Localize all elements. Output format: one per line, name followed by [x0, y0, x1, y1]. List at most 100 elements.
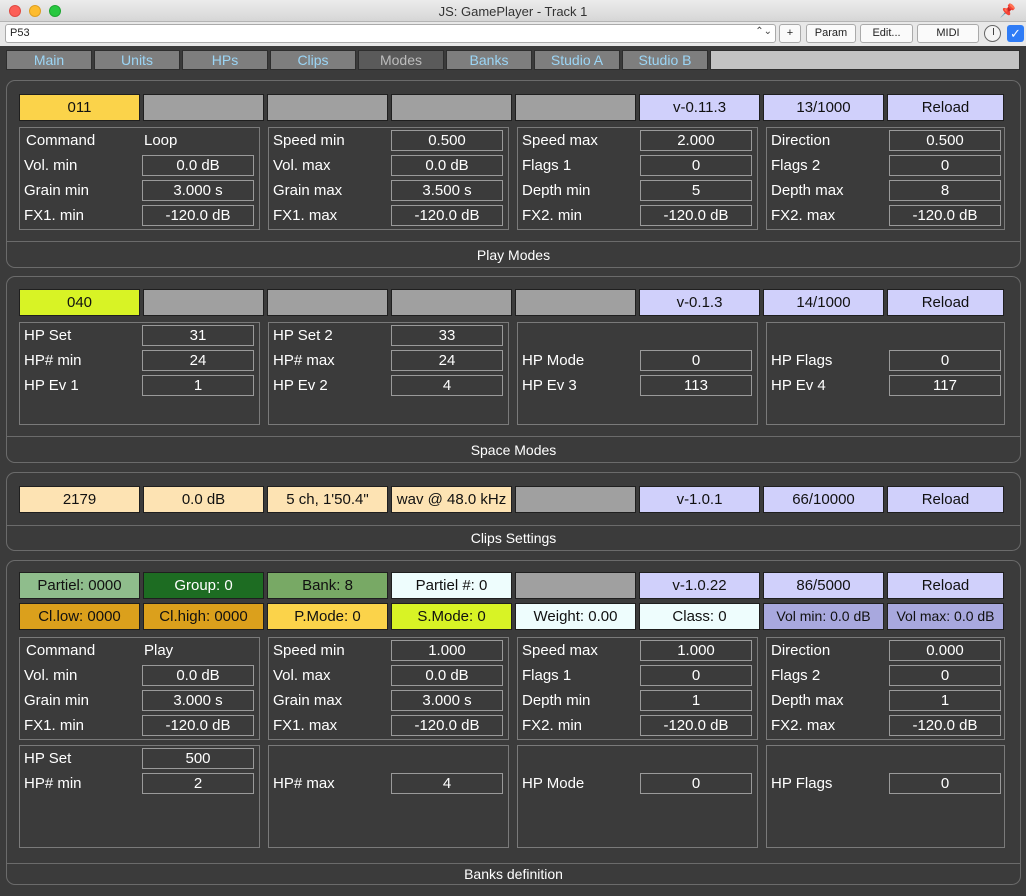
header-field[interactable]	[515, 94, 636, 121]
param-value-field[interactable]: -120.0 dB	[391, 205, 503, 226]
param-value-field[interactable]: 0.0 dB	[142, 665, 254, 686]
header-field[interactable]: S.Mode: 0	[391, 603, 512, 630]
param-value-field[interactable]: 0	[889, 773, 1001, 794]
header-field[interactable]	[143, 94, 264, 121]
param-value-field[interactable]: -120.0 dB	[889, 205, 1001, 226]
param-value-field[interactable]: 0	[640, 665, 752, 686]
param-value-field[interactable]: 2	[142, 773, 254, 794]
param-value-field[interactable]: -120.0 dB	[391, 715, 503, 736]
param-value-field[interactable]: 1	[640, 690, 752, 711]
preset-dropdown[interactable]: P53 ⌃⌄	[5, 24, 776, 43]
header-field[interactable]: Reload	[887, 289, 1004, 316]
param-button[interactable]: Param	[806, 24, 856, 43]
param-value-field[interactable]: 0	[889, 155, 1001, 176]
header-field[interactable]: Class: 0	[639, 603, 760, 630]
header-field[interactable]: v-1.0.1	[639, 486, 760, 513]
edit-button[interactable]: Edit...	[860, 24, 913, 43]
tab-units[interactable]: Units	[94, 50, 180, 70]
param-value-field[interactable]: 0.500	[889, 130, 1001, 151]
header-field[interactable]	[391, 94, 512, 121]
wet-knob-icon[interactable]	[984, 25, 1001, 42]
param-value-field[interactable]: 0.0 dB	[391, 665, 503, 686]
add-preset-button[interactable]: +	[779, 24, 801, 43]
header-field[interactable]: 14/1000	[763, 289, 884, 316]
param-value-field[interactable]: 0	[889, 665, 1001, 686]
header-field[interactable]: Partiel #: 0	[391, 572, 512, 599]
header-field[interactable]	[267, 289, 388, 316]
header-field[interactable]: Vol max: 0.0 dB	[887, 603, 1004, 630]
header-field[interactable]: 0.0 dB	[143, 486, 264, 513]
header-field[interactable]: 2179	[19, 486, 140, 513]
param-value-field[interactable]: 0	[889, 350, 1001, 371]
tab-studio-b[interactable]: Studio B	[622, 50, 708, 70]
param-value-field[interactable]: 0.0 dB	[142, 155, 254, 176]
header-field[interactable]: Reload	[887, 94, 1004, 121]
header-field[interactable]: v-0.1.3	[639, 289, 760, 316]
param-value-field[interactable]: 0.0 dB	[391, 155, 503, 176]
header-field[interactable]: 86/5000	[763, 572, 884, 599]
header-field[interactable]	[391, 289, 512, 316]
header-field[interactable]	[515, 486, 636, 513]
header-field[interactable]: 040	[19, 289, 140, 316]
param-value-field[interactable]: 0	[640, 155, 752, 176]
param-value-field[interactable]: 24	[142, 350, 254, 371]
header-field[interactable]: v-0.11.3	[639, 94, 760, 121]
param-value-field[interactable]: 500	[142, 748, 254, 769]
header-field[interactable]: Weight: 0.00	[515, 603, 636, 630]
tab-studio-a[interactable]: Studio A	[534, 50, 620, 70]
header-field[interactable]	[515, 289, 636, 316]
param-value-field[interactable]: 33	[391, 325, 503, 346]
header-field[interactable]: 011	[19, 94, 140, 121]
param-value-field[interactable]: 1.000	[391, 640, 503, 661]
header-field[interactable]: Bank: 8	[267, 572, 388, 599]
bypass-checkbox[interactable]: ✓	[1007, 25, 1024, 42]
header-field[interactable]: Reload	[887, 486, 1004, 513]
param-value-field[interactable]: 1	[142, 375, 254, 396]
param-value-field[interactable]: 1	[889, 690, 1001, 711]
header-field[interactable]: 13/1000	[763, 94, 884, 121]
param-value-field[interactable]: 3.000 s	[142, 180, 254, 201]
header-field[interactable]	[143, 289, 264, 316]
param-value-field[interactable]: 3.500 s	[391, 180, 503, 201]
pin-icon[interactable]: 📌	[1000, 3, 1016, 19]
command-value[interactable]: Play	[144, 642, 173, 659]
param-value-field[interactable]: 2.000	[640, 130, 752, 151]
param-value-field[interactable]: 1.000	[640, 640, 752, 661]
header-field[interactable]: 5 ch, 1'50.4"	[267, 486, 388, 513]
header-field[interactable]: Vol min: 0.0 dB	[763, 603, 884, 630]
param-value-field[interactable]: 31	[142, 325, 254, 346]
param-value-field[interactable]: 5	[640, 180, 752, 201]
param-value-field[interactable]: 0.500	[391, 130, 503, 151]
tab-main[interactable]: Main	[6, 50, 92, 70]
header-field[interactable]: Cl.low: 0000	[19, 603, 140, 630]
tab-modes[interactable]: Modes	[358, 50, 444, 70]
header-field[interactable]	[515, 572, 636, 599]
param-value-field[interactable]: 113	[640, 375, 752, 396]
param-value-field[interactable]: -120.0 dB	[889, 715, 1001, 736]
param-value-field[interactable]: 0.000	[889, 640, 1001, 661]
header-field[interactable]: wav @ 48.0 kHz	[391, 486, 512, 513]
param-value-field[interactable]: 3.000 s	[391, 690, 503, 711]
param-value-field[interactable]: -120.0 dB	[142, 205, 254, 226]
header-field[interactable]: Cl.high: 0000	[143, 603, 264, 630]
header-field[interactable]: 66/10000	[763, 486, 884, 513]
header-field[interactable]: P.Mode: 0	[267, 603, 388, 630]
header-field[interactable]	[267, 94, 388, 121]
header-field[interactable]: Reload	[887, 572, 1004, 599]
param-value-field[interactable]: 0	[640, 350, 752, 371]
param-value-field[interactable]: 4	[391, 375, 503, 396]
tab-hps[interactable]: HPs	[182, 50, 268, 70]
command-value[interactable]: Loop	[144, 132, 177, 149]
param-value-field[interactable]: 117	[889, 375, 1001, 396]
param-value-field[interactable]: 4	[391, 773, 503, 794]
param-value-field[interactable]: -120.0 dB	[640, 715, 752, 736]
param-value-field[interactable]: -120.0 dB	[142, 715, 254, 736]
tab-banks[interactable]: Banks	[446, 50, 532, 70]
header-field[interactable]: Group: 0	[143, 572, 264, 599]
header-field[interactable]: Partiel: 0000	[19, 572, 140, 599]
param-value-field[interactable]: 8	[889, 180, 1001, 201]
header-field[interactable]: v-1.0.22	[639, 572, 760, 599]
tab-clips[interactable]: Clips	[270, 50, 356, 70]
param-value-field[interactable]: 0	[640, 773, 752, 794]
midi-button[interactable]: MIDI	[917, 24, 979, 43]
